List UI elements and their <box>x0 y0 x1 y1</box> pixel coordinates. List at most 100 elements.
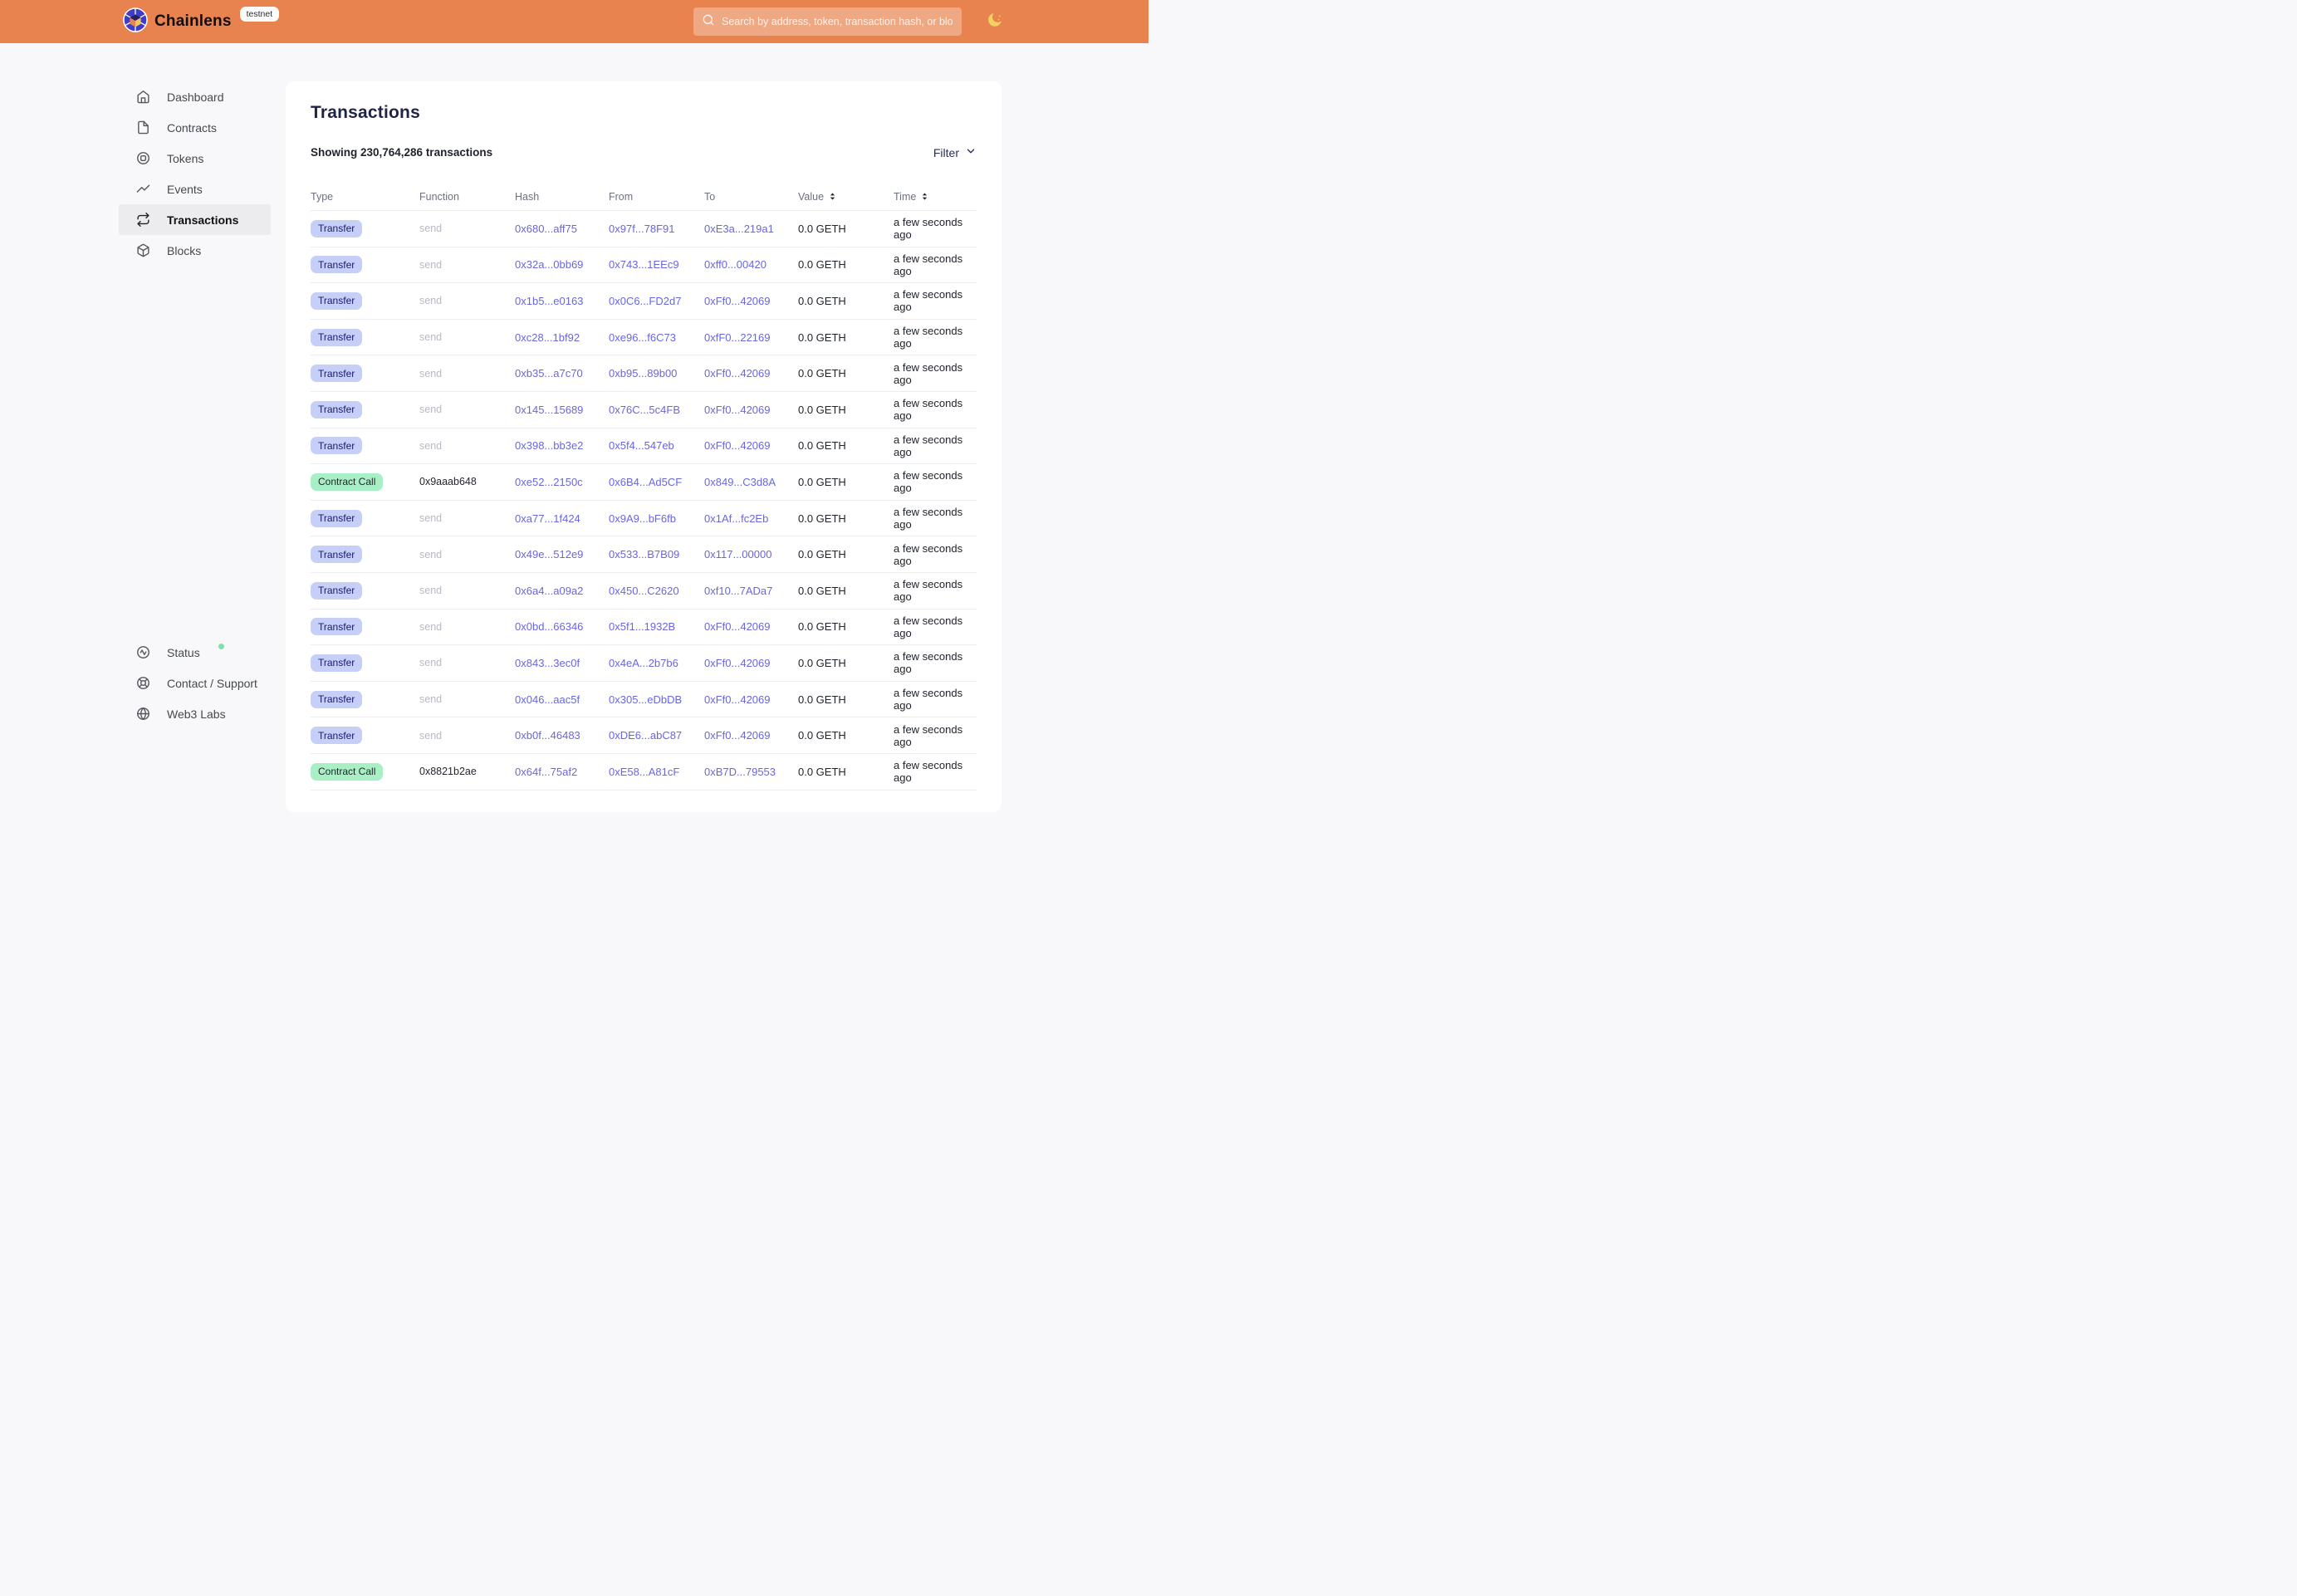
tx-from-link[interactable]: 0x305...eDbDB <box>609 693 704 706</box>
filter-label: Filter <box>933 146 959 159</box>
tx-to-link[interactable]: 0x117...00000 <box>704 548 798 561</box>
sidebar-item-dashboard[interactable]: Dashboard <box>119 81 271 112</box>
sidebar-item-events[interactable]: Events <box>119 174 271 204</box>
tx-from-link[interactable]: 0x6B4...Ad5CF <box>609 476 704 488</box>
tx-time: a few seconds ago <box>894 506 977 531</box>
tx-from-link[interactable]: 0x97f...78F91 <box>609 223 704 235</box>
tx-to-link[interactable]: 0xFf0...42069 <box>704 295 798 307</box>
tx-hash-link[interactable]: 0xb35...a7c70 <box>515 367 609 379</box>
tx-from-link[interactable]: 0x743...1EEc9 <box>609 258 704 271</box>
tx-to-link[interactable]: 0x849...C3d8A <box>704 476 798 488</box>
column-header-to: To <box>704 191 798 203</box>
tx-type-badge: Transfer <box>311 510 362 527</box>
tx-type-badge: Transfer <box>311 437 362 454</box>
tx-to-link[interactable]: 0xFf0...42069 <box>704 439 798 452</box>
sidebar-item-transactions[interactable]: Transactions <box>119 204 271 235</box>
tx-hash-link[interactable]: 0xa77...1f424 <box>515 512 609 525</box>
sort-icon[interactable] <box>919 191 930 202</box>
tx-hash-link[interactable]: 0x1b5...e0163 <box>515 295 609 307</box>
tx-from-link[interactable]: 0x76C...5c4FB <box>609 404 704 416</box>
table-row: Contract Call0x9aaab6480xe52...2150c0x6B… <box>311 464 977 501</box>
sidebar-item-web3-labs[interactable]: Web3 Labs <box>119 698 271 729</box>
column-label: To <box>704 191 715 203</box>
tx-to-link[interactable]: 0xff0...00420 <box>704 258 798 271</box>
tx-hash-link[interactable]: 0xc28...1bf92 <box>515 331 609 344</box>
table-row: Transfersend0x49e...512e90x533...B7B090x… <box>311 536 977 573</box>
column-label: Type <box>311 191 333 203</box>
network-badge: testnet <box>240 7 280 22</box>
column-header-time[interactable]: Time <box>894 191 977 203</box>
transactions-panel: Transactions Showing 230,764,286 transac… <box>286 81 1002 812</box>
column-label: From <box>609 191 633 203</box>
tx-from-link[interactable]: 0xb95...89b00 <box>609 367 704 379</box>
sidebar-item-blocks[interactable]: Blocks <box>119 235 271 266</box>
tx-type-badge: Transfer <box>311 727 362 744</box>
tx-hash-link[interactable]: 0x64f...75af2 <box>515 766 609 778</box>
tx-hash-link[interactable]: 0x046...aac5f <box>515 693 609 706</box>
search-input[interactable]: Search by address, token, transaction ha… <box>693 7 962 36</box>
repeat-icon <box>136 213 150 227</box>
tx-to-link[interactable]: 0xFf0...42069 <box>704 729 798 742</box>
tx-from-link[interactable]: 0x5f4...547eb <box>609 439 704 452</box>
sidebar-item-contracts[interactable]: Contracts <box>119 112 271 143</box>
tx-from-link[interactable]: 0x5f1...1932B <box>609 620 704 633</box>
table-row: Transfersend0xb35...a7c700xb95...89b000x… <box>311 355 977 392</box>
tx-to-link[interactable]: 0xFf0...42069 <box>704 367 798 379</box>
tx-to-link[interactable]: 0xB7D...79553 <box>704 766 798 778</box>
tx-hash-link[interactable]: 0x398...bb3e2 <box>515 439 609 452</box>
tx-from-link[interactable]: 0x533...B7B09 <box>609 548 704 561</box>
tx-from-link[interactable]: 0x0C6...FD2d7 <box>609 295 704 307</box>
sidebar-item-contact-support[interactable]: Contact / Support <box>119 668 271 698</box>
column-header-type: Type <box>311 191 419 203</box>
sidebar-item-tokens[interactable]: Tokens <box>119 143 271 174</box>
tx-hash-link[interactable]: 0x145...15689 <box>515 404 609 416</box>
tx-from-link[interactable]: 0x450...C2620 <box>609 585 704 597</box>
tx-type-badge: Transfer <box>311 654 362 672</box>
tx-to-link[interactable]: 0x1Af...fc2Eb <box>704 512 798 525</box>
tx-from-link[interactable]: 0xDE6...abC87 <box>609 729 704 742</box>
sidebar-item-status[interactable]: Status <box>119 637 271 668</box>
transactions-count: Showing 230,764,286 transactions <box>311 146 492 159</box>
brand[interactable]: Chainlens testnet <box>123 7 279 37</box>
tx-value: 0.0 GETH <box>798 295 894 307</box>
moon-icon <box>986 11 1004 33</box>
tx-hash-link[interactable]: 0x0bd...66346 <box>515 620 609 633</box>
column-header-function: Function <box>419 191 515 203</box>
tx-function: send <box>419 621 515 633</box>
tx-function: send <box>419 693 515 705</box>
tx-type-badge: Transfer <box>311 292 362 310</box>
filter-button[interactable]: Filter <box>933 145 977 159</box>
tx-to-link[interactable]: 0xFf0...42069 <box>704 404 798 416</box>
tx-hash-link[interactable]: 0x32a...0bb69 <box>515 258 609 271</box>
tx-to-link[interactable]: 0xFf0...42069 <box>704 620 798 633</box>
table-row: Transfersend0x32a...0bb690x743...1EEc90x… <box>311 247 977 284</box>
tx-from-link[interactable]: 0x4eA...2b7b6 <box>609 657 704 669</box>
tx-to-link[interactable]: 0xf10...7ADa7 <box>704 585 798 597</box>
tx-from-link[interactable]: 0x9A9...bF6fb <box>609 512 704 525</box>
tx-value: 0.0 GETH <box>798 331 894 344</box>
table-row: Transfersend0x145...156890x76C...5c4FB0x… <box>311 392 977 428</box>
table-row: Transfersend0x398...bb3e20x5f4...547eb0x… <box>311 428 977 465</box>
tx-hash-link[interactable]: 0xb0f...46483 <box>515 729 609 742</box>
tx-hash-link[interactable]: 0x680...aff75 <box>515 223 609 235</box>
tx-time: a few seconds ago <box>894 252 977 277</box>
tx-time: a few seconds ago <box>894 578 977 603</box>
tx-hash-link[interactable]: 0x843...3ec0f <box>515 657 609 669</box>
dark-mode-toggle[interactable] <box>985 12 1005 32</box>
tx-to-link[interactable]: 0xfF0...22169 <box>704 331 798 344</box>
tx-to-link[interactable]: 0xFf0...42069 <box>704 657 798 669</box>
tx-hash-link[interactable]: 0x6a4...a09a2 <box>515 585 609 597</box>
cube-icon <box>136 243 150 257</box>
sort-icon[interactable] <box>827 191 838 202</box>
sidebar-item-label: Blocks <box>167 244 201 257</box>
tx-to-link[interactable]: 0xE3a...219a1 <box>704 223 798 235</box>
app-header: Chainlens testnet Search by address, tok… <box>0 0 1148 43</box>
tx-to-link[interactable]: 0xFf0...42069 <box>704 693 798 706</box>
table-row: Transfersend0x680...aff750x97f...78F910x… <box>311 211 977 247</box>
tx-hash-link[interactable]: 0x49e...512e9 <box>515 548 609 561</box>
column-header-value[interactable]: Value <box>798 191 894 203</box>
tx-from-link[interactable]: 0xe96...f6C73 <box>609 331 704 344</box>
tx-time: a few seconds ago <box>894 723 977 748</box>
tx-hash-link[interactable]: 0xe52...2150c <box>515 476 609 488</box>
tx-from-link[interactable]: 0xE58...A81cF <box>609 766 704 778</box>
